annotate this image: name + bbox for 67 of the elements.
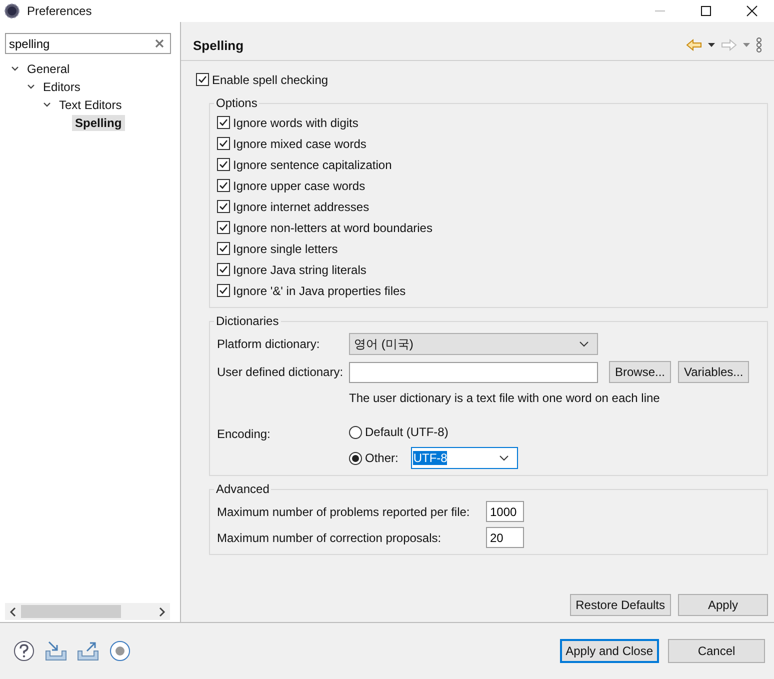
cancel-button[interactable]: Cancel xyxy=(668,639,765,663)
checkbox[interactable] xyxy=(217,179,230,192)
scroll-left-icon[interactable] xyxy=(9,606,17,616)
tree-item[interactable]: Spelling xyxy=(72,115,125,131)
encoding-dropdown[interactable]: UTF-8 xyxy=(411,447,518,469)
group-title: Dictionaries xyxy=(215,314,280,328)
checkbox[interactable] xyxy=(217,137,230,150)
variables-button[interactable]: Variables... xyxy=(678,361,750,383)
checkbox-label: Ignore mixed case words xyxy=(233,136,366,150)
radio-button[interactable] xyxy=(349,452,362,464)
checkbox[interactable] xyxy=(217,221,230,234)
checkbox-label: Ignore upper case words xyxy=(233,178,366,192)
checkbox-label: Ignore words with digits xyxy=(233,116,358,130)
close-icon[interactable] xyxy=(746,5,758,17)
radio-button[interactable] xyxy=(349,426,362,438)
browse-button[interactable]: Browse... xyxy=(609,361,672,383)
tree-item[interactable]: Text Editors xyxy=(56,97,125,113)
dropdown-icon[interactable] xyxy=(708,43,715,47)
radio-label: Other: xyxy=(365,451,398,465)
checkbox-label: Ignore '&' in Java properties files xyxy=(233,284,406,298)
window-title: Preferences xyxy=(27,4,92,18)
checkbox[interactable] xyxy=(217,263,230,276)
restore-defaults-button[interactable]: Restore Defaults xyxy=(570,594,671,616)
apply-button[interactable]: Apply xyxy=(678,594,768,616)
chevron-icon xyxy=(579,341,589,347)
number-field[interactable]: 1000 xyxy=(486,501,524,522)
maximize-icon[interactable] xyxy=(700,5,712,17)
checkbox-label: Ignore internet addresses xyxy=(233,200,370,214)
checkbox[interactable] xyxy=(217,284,230,297)
number-field[interactable]: 20 xyxy=(486,527,524,548)
platform-dictionary-dropdown[interactable]: 영어 (미국) xyxy=(349,333,598,355)
record-icon[interactable] xyxy=(109,640,131,662)
clear-icon[interactable] xyxy=(155,39,164,48)
import-icon[interactable] xyxy=(45,641,67,661)
tree-item[interactable]: General xyxy=(24,61,73,77)
help-icon[interactable] xyxy=(13,640,35,662)
checkbox[interactable] xyxy=(217,158,230,171)
checkbox-label: Ignore sentence capitalization xyxy=(233,158,392,172)
hint-text: The user dictionary is a text file with one word on each line xyxy=(349,390,661,407)
export-icon[interactable] xyxy=(77,641,99,661)
checkbox[interactable] xyxy=(217,242,230,255)
checkbox-label: Ignore non-letters at word boundaries xyxy=(233,220,432,234)
checkbox[interactable] xyxy=(217,200,230,213)
back-arrow-icon[interactable] xyxy=(686,39,702,51)
checkbox[interactable] xyxy=(196,73,209,86)
group-title: Options xyxy=(215,96,258,110)
radio-label: Default (UTF-8) xyxy=(365,425,448,439)
app-icon xyxy=(4,3,20,19)
filter-field[interactable]: spelling xyxy=(5,33,171,54)
checkbox-label: Ignore Java string literals xyxy=(233,262,366,276)
tree-item[interactable]: Editors xyxy=(40,79,84,95)
user-dictionary-field[interactable] xyxy=(349,362,598,382)
more-icon[interactable] xyxy=(756,37,762,53)
chevron-icon xyxy=(499,455,510,461)
checkbox[interactable] xyxy=(217,116,230,129)
field-label: Platform dictionary: xyxy=(217,337,321,351)
field-label: Encoding: xyxy=(217,426,272,441)
group-title: Advanced xyxy=(215,482,270,496)
scrollbar-thumb[interactable] xyxy=(21,605,121,618)
page-title: Spelling xyxy=(193,38,244,52)
field-label: Maximum number of problems reported per file: xyxy=(217,504,471,518)
field-label: Maximum number of correction proposals: xyxy=(217,530,442,544)
checkbox-label: Enable spell checking xyxy=(212,72,328,86)
scroll-right-icon[interactable] xyxy=(158,606,166,616)
field-label: User defined dictionary: xyxy=(217,365,343,379)
checkbox-label: Ignore single letters xyxy=(233,242,338,256)
apply-and-close-button[interactable]: Apply and Close xyxy=(560,639,659,663)
